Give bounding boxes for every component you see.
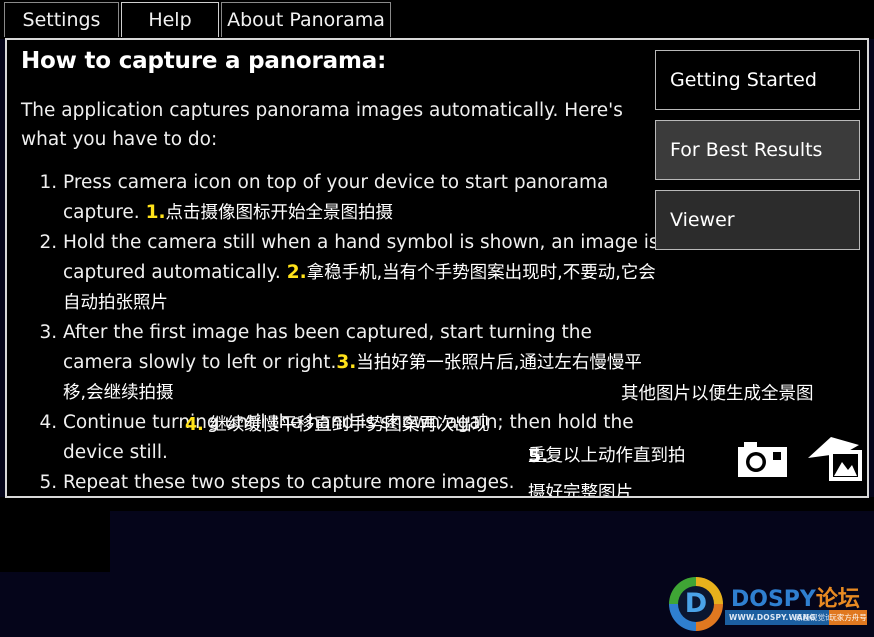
step-5-text: Repeat these two steps to capture more i…: [63, 472, 515, 493]
backdrop-black-region: [0, 497, 110, 572]
intro-paragraph: The application captures panorama images…: [21, 100, 623, 150]
watermark-url-bar: WWW.DOSPY.WANG 原画视觉论坛 玩家方舟号: [725, 610, 867, 625]
step-4-zh-text: 继续缓慢平移直到手势图案再次出现: [209, 415, 490, 435]
camera-icon: [738, 442, 787, 477]
watermark-title: DOSPY论坛: [731, 581, 860, 613]
step-1-zh-marker: 1.: [145, 202, 166, 223]
step-5-zh-text-line1: 重复以上动作直到拍: [528, 446, 686, 466]
nav-button-getting-started[interactable]: Getting Started: [655, 50, 860, 110]
step-4-zh-annotation: 4. 继续缓慢平移直到手势图案再次出现: [185, 415, 489, 437]
nav-button-viewer[interactable]: Viewer: [655, 190, 860, 250]
backdrop-strip: [0, 497, 874, 511]
step-3-zh-marker: 3.: [336, 352, 357, 373]
watermark-tag-secondary: 玩家方舟号: [829, 610, 867, 625]
watermark-logo: D DOSPY论坛 WWW.DOSPY.WANG 原画视觉论坛 玩家方舟号: [669, 575, 869, 633]
photo-gallery-icon: [808, 437, 862, 481]
list-item: Hold the camera still when a hand symbol…: [63, 228, 663, 318]
step-3-zh-continuation: 其他图片以便生成全景图: [621, 384, 814, 404]
list-item: Press camera icon on top of your device …: [63, 168, 663, 228]
tab-help[interactable]: Help: [121, 2, 219, 37]
step-1-zh-text: 点击摄像图标开始全景图拍摄: [165, 203, 394, 223]
watermark-badge-icon: D: [669, 577, 723, 631]
tab-strip: Settings Help About Panorama: [0, 0, 874, 39]
tab-about-panorama[interactable]: About Panorama: [221, 2, 391, 37]
step-5-zh-text-line2: 摄好完整图片: [528, 483, 633, 498]
step-2-zh-marker: 2.: [286, 262, 307, 283]
watermark-title-suffix: 论坛: [815, 587, 860, 612]
help-content-panel: How to capture a panorama: The applicati…: [5, 38, 869, 498]
step-4-zh-marker: 4.: [185, 415, 204, 435]
page-title: How to capture a panorama:: [21, 48, 387, 74]
watermark-title-main: DOSPY: [731, 587, 816, 612]
nav-button-for-best-results[interactable]: For Best Results: [655, 120, 860, 180]
tab-settings[interactable]: Settings: [4, 2, 119, 37]
list-item: After the first image has been captured,…: [63, 318, 663, 408]
watermark-letter: D: [684, 588, 708, 619]
